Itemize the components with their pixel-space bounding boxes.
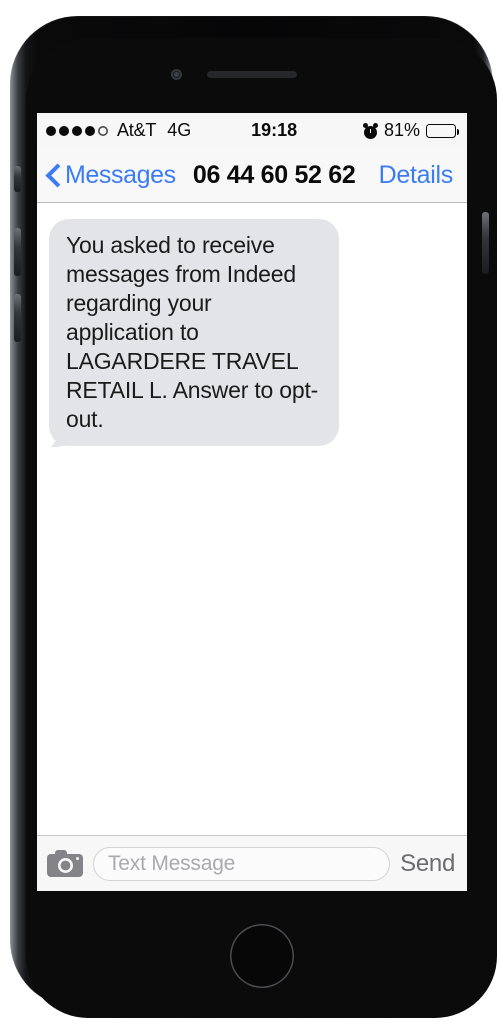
- back-to-messages-button[interactable]: Messages: [46, 161, 176, 190]
- signal-strength-icon: [46, 125, 108, 136]
- chevron-left-icon: [46, 163, 60, 187]
- mute-switch[interactable]: [14, 166, 21, 192]
- phone-screen: At&T 4G 19:18 81% Messages 06 44 60 52 6…: [37, 113, 467, 891]
- power-button[interactable]: [482, 212, 489, 274]
- home-button[interactable]: [230, 924, 294, 988]
- status-bar-left: At&T 4G: [46, 120, 191, 141]
- signal-dot-2: [59, 125, 69, 136]
- signal-dot-5: [98, 126, 108, 136]
- status-bar: At&T 4G 19:18 81%: [37, 113, 467, 148]
- message-input-field[interactable]: Text Message: [93, 846, 391, 881]
- alarm-clock-icon: [362, 123, 378, 139]
- camera-icon[interactable]: [47, 850, 83, 877]
- navigation-bar: Messages 06 44 60 52 62 Details: [37, 148, 467, 203]
- screenshot-stage: At&T 4G 19:18 81% Messages 06 44 60 52 6…: [0, 0, 503, 1024]
- signal-dot-4: [85, 125, 95, 136]
- front-camera: [171, 69, 182, 80]
- volume-down-button[interactable]: [14, 294, 21, 342]
- message-list[interactable]: You asked to receive messages from Indee…: [37, 203, 467, 835]
- back-button-label: Messages: [65, 160, 176, 189]
- carrier-label: At&T: [117, 120, 157, 140]
- battery-percentage-label: 81%: [383, 120, 420, 140]
- message-row-incoming: You asked to receive messages from Indee…: [49, 219, 455, 446]
- earpiece-speaker: [206, 71, 297, 78]
- status-bar-clock: 19:18: [251, 120, 298, 140]
- details-button[interactable]: Details: [379, 161, 454, 190]
- conversation-title: 06 44 60 52 62: [192, 160, 356, 189]
- volume-up-button[interactable]: [14, 228, 21, 276]
- status-bar-right: 81%: [362, 120, 459, 141]
- send-button[interactable]: Send: [400, 850, 457, 878]
- network-type-label: 4G: [167, 120, 192, 140]
- message-input-bar: Text Message Send: [37, 835, 467, 891]
- signal-dot-1: [46, 125, 56, 136]
- battery-icon: [426, 123, 459, 138]
- signal-dot-3: [72, 125, 82, 136]
- message-bubble-incoming[interactable]: You asked to receive messages from Indee…: [49, 219, 339, 446]
